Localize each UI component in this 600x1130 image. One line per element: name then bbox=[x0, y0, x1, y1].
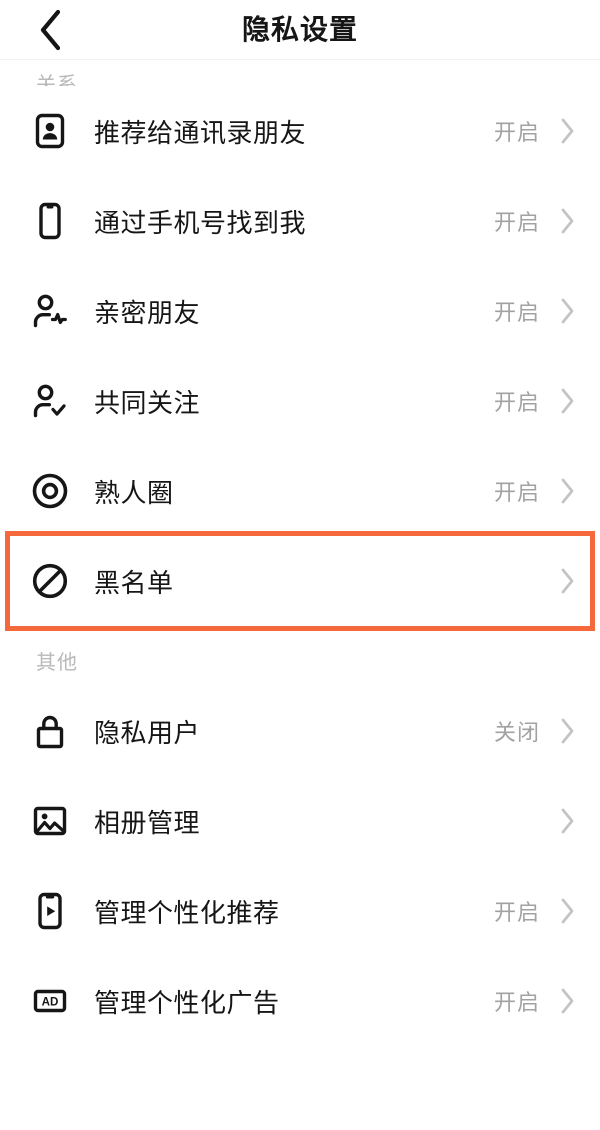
settings-list: 关系 推荐给通讯录朋友 开启 通过手机号找到我 开启 亲密朋友 开启 共同关注 开启 bbox=[0, 64, 600, 1046]
privacy-settings-screen: 隐私设置 关系 推荐给通讯录朋友开启 通过手机号找到我开启 亲密朋友开启 bbox=[0, 0, 600, 1130]
section-label-text: 关系 bbox=[36, 74, 78, 86]
list-item-label: 黑名单 bbox=[94, 567, 174, 598]
list-item[interactable]: 共同关注 开启 bbox=[0, 356, 600, 446]
chevron-right-icon bbox=[556, 717, 576, 745]
chevron-right-icon bbox=[556, 477, 576, 505]
list-item[interactable]: 熟人圈 开启 bbox=[0, 446, 600, 536]
lock-icon bbox=[28, 709, 72, 753]
chevron-right-icon bbox=[556, 297, 576, 325]
contact-card-icon bbox=[28, 109, 72, 153]
list-item[interactable]: 推荐给通讯录朋友 开启 bbox=[0, 86, 600, 176]
target-circle-icon bbox=[28, 469, 72, 513]
status-value: 开启 bbox=[493, 210, 540, 235]
list-item-label: 相册管理 bbox=[94, 807, 201, 838]
phone-play-icon bbox=[28, 889, 72, 933]
page-title: 隐私设置 bbox=[241, 14, 358, 45]
list-item-highlighted[interactable]: 黑名单 bbox=[5, 531, 595, 631]
section-label: 关系 bbox=[0, 64, 600, 86]
list-item-label: 管理个性化广告 bbox=[94, 987, 280, 1018]
list-item[interactable]: 通过手机号找到我 开启 bbox=[0, 176, 600, 266]
list-item-label: 推荐给通讯录朋友 bbox=[94, 117, 307, 148]
photo-icon bbox=[28, 799, 72, 843]
status-value: 开启 bbox=[493, 480, 540, 505]
list-item-label: 管理个性化推荐 bbox=[94, 897, 280, 928]
status-value: 关闭 bbox=[493, 720, 540, 745]
chevron-right-icon bbox=[556, 987, 576, 1015]
list-item[interactable]: AD 管理个性化广告 开启 bbox=[0, 956, 600, 1046]
list-item-label: 通过手机号找到我 bbox=[94, 207, 307, 238]
ad-badge-icon: AD bbox=[28, 979, 72, 1023]
list-item[interactable]: 相册管理 bbox=[0, 776, 600, 866]
status-value: 开启 bbox=[493, 390, 540, 415]
person-pulse-icon bbox=[28, 289, 72, 333]
section-label: 其他 bbox=[0, 640, 600, 686]
phone-icon bbox=[28, 199, 72, 243]
app-header: 隐私设置 bbox=[0, 0, 600, 60]
svg-text:AD: AD bbox=[42, 995, 59, 1008]
list-item-label: 熟人圈 bbox=[94, 477, 174, 508]
list-item-label: 亲密朋友 bbox=[94, 297, 201, 328]
status-value: 开启 bbox=[493, 990, 540, 1015]
list-item[interactable]: 管理个性化推荐 开启 bbox=[0, 866, 600, 956]
chevron-right-icon bbox=[556, 807, 576, 835]
chevron-right-icon bbox=[556, 117, 576, 145]
chevron-right-icon bbox=[556, 897, 576, 925]
status-value: 开启 bbox=[493, 300, 540, 325]
chevron-right-icon bbox=[556, 207, 576, 235]
list-item[interactable]: 隐私用户 关闭 bbox=[0, 686, 600, 776]
prohibition-icon bbox=[28, 559, 72, 603]
person-check-icon bbox=[28, 379, 72, 423]
chevron-right-icon bbox=[556, 387, 576, 415]
list-item-label: 共同关注 bbox=[94, 387, 201, 418]
list-item-label: 隐私用户 bbox=[94, 717, 201, 748]
status-value: 开启 bbox=[493, 900, 540, 925]
status-value: 开启 bbox=[493, 120, 540, 145]
chevron-right-icon bbox=[556, 567, 576, 595]
list-item[interactable]: 亲密朋友 开启 bbox=[0, 266, 600, 356]
section-label-text: 其他 bbox=[36, 652, 78, 674]
